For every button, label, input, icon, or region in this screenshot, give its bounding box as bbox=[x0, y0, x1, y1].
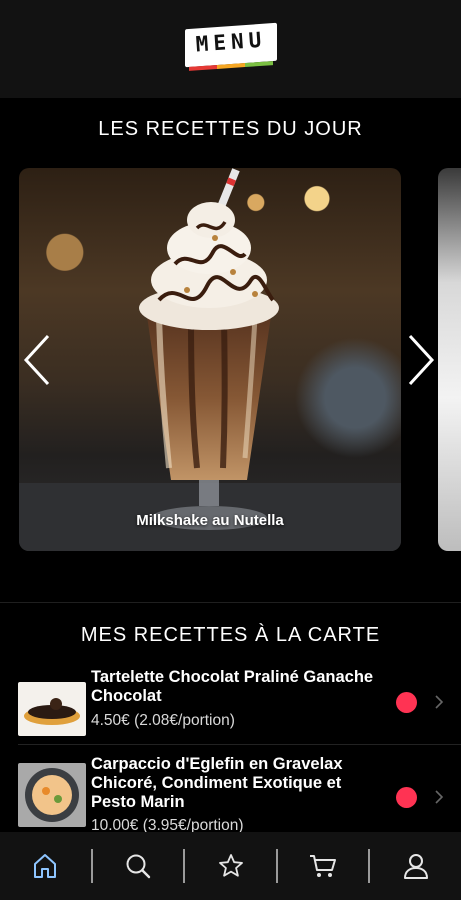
tab-favorites[interactable] bbox=[185, 832, 276, 900]
recipe-card-caption: Milkshake au Nutella bbox=[136, 512, 284, 529]
home-icon bbox=[34, 854, 57, 878]
bottom-tab-bar bbox=[0, 832, 461, 900]
status-dot bbox=[396, 787, 417, 808]
recipe-price: 4.50€ (2.08€/portion) bbox=[91, 712, 235, 729]
chevron-left-icon bbox=[23, 334, 50, 386]
daily-recipes-carousel[interactable]: Milkshake au Nutella bbox=[0, 168, 461, 553]
recipe-thumbnail bbox=[18, 682, 86, 736]
chevron-right-icon bbox=[435, 695, 444, 709]
app-header: MENU bbox=[0, 0, 461, 98]
search-icon bbox=[126, 854, 151, 879]
daily-recipes-title: LES RECETTES DU JOUR bbox=[98, 118, 363, 140]
tab-cart[interactable] bbox=[278, 832, 369, 900]
chevron-right-icon bbox=[435, 790, 444, 804]
carousel-prev-button[interactable] bbox=[18, 330, 58, 390]
star-icon bbox=[218, 854, 243, 877]
milkshake-image bbox=[19, 168, 401, 551]
recipe-title: Tartelette Chocolat Praliné Ganache Choc… bbox=[91, 668, 374, 705]
cart-icon bbox=[310, 855, 337, 877]
carousel-next-button[interactable] bbox=[402, 330, 442, 390]
recipe-thumbnail bbox=[18, 763, 86, 827]
tab-home[interactable] bbox=[0, 832, 91, 900]
tab-profile[interactable] bbox=[370, 832, 461, 900]
recipe-card[interactable]: Milkshake au Nutella bbox=[19, 168, 401, 551]
chevron-right-icon bbox=[408, 334, 435, 386]
tab-search[interactable] bbox=[93, 832, 184, 900]
list-item[interactable]: Carpaccio d'Eglefin en Gravelax Chicoré,… bbox=[0, 745, 461, 835]
status-dot bbox=[396, 692, 417, 713]
menu-logo[interactable]: MENU bbox=[183, 22, 279, 74]
menu-recipes-title: MES RECETTES À LA CARTE bbox=[80, 624, 381, 646]
list-item[interactable]: Tartelette Chocolat Praliné Ganache Choc… bbox=[0, 664, 461, 744]
user-icon bbox=[403, 854, 428, 879]
recipe-title: Carpaccio d'Eglefin en Gravelax Chicoré,… bbox=[91, 755, 343, 811]
section-divider bbox=[0, 602, 461, 603]
